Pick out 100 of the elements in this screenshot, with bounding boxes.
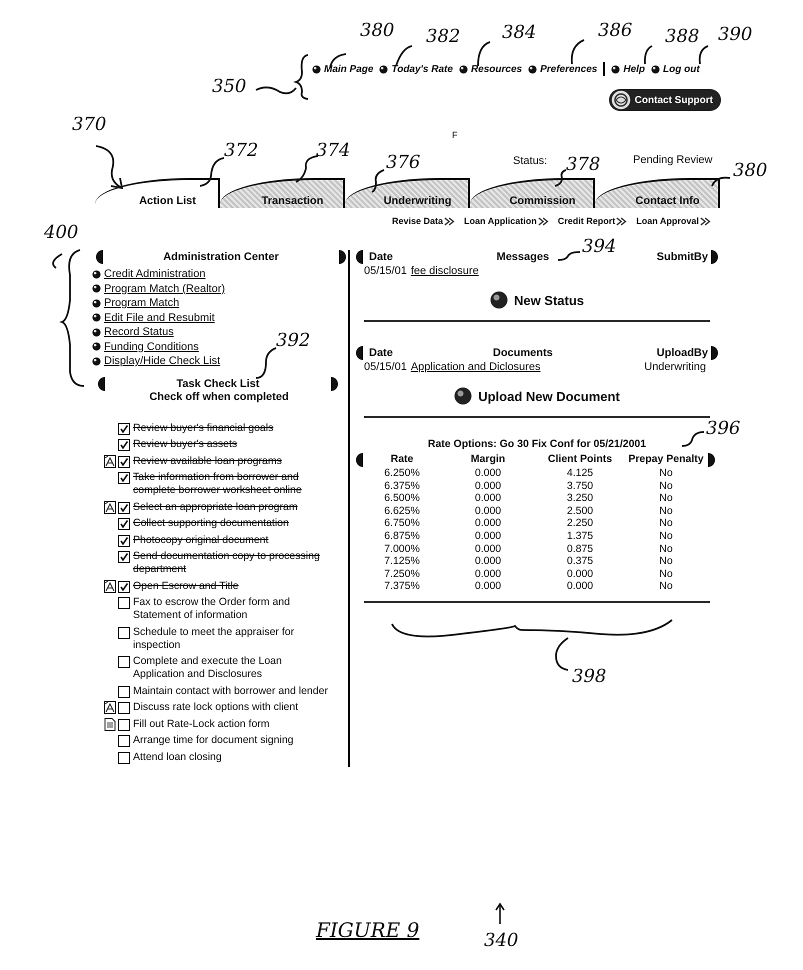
- leader-line: [200, 157, 224, 187]
- step-link[interactable]: Loan Approval: [636, 216, 712, 226]
- bullet-icon: [312, 64, 321, 74]
- panel-title: Task Check List: [176, 378, 260, 390]
- bullet-icon: [611, 64, 620, 74]
- table-cell-text: No: [658, 568, 674, 580]
- new-status-button[interactable]: New Status: [490, 291, 584, 309]
- leader-line: [698, 45, 708, 64]
- figure-caption: FIGURE 9: [316, 918, 420, 942]
- reference-numeral: 382: [426, 26, 460, 47]
- document-icon[interactable]: [104, 500, 116, 514]
- leader-line: [558, 251, 580, 261]
- bullet-icon: [651, 64, 660, 74]
- checkbox[interactable]: [118, 686, 130, 698]
- admin-link[interactable]: Edit File and Resubmit: [104, 312, 215, 324]
- document-icon[interactable]: [104, 580, 116, 592]
- nav-link[interactable]: Today's Rate: [379, 64, 453, 74]
- checkbox[interactable]: [118, 597, 130, 609]
- nav-link[interactable]: Log out: [651, 64, 700, 74]
- admin-link[interactable]: Program Match (Realtor): [104, 282, 226, 295]
- checkbox[interactable]: [118, 735, 130, 747]
- checkbox[interactable]: [118, 518, 130, 530]
- left-cap-icon: [356, 250, 363, 264]
- nav-link[interactable]: Resources: [458, 64, 522, 74]
- step-link[interactable]: Loan Application: [464, 216, 550, 226]
- step-link[interactable]: Credit Report: [558, 216, 628, 226]
- reference-numeral: 380: [360, 20, 394, 41]
- right-cap-icon: [330, 376, 338, 390]
- left-cap-icon: [356, 346, 363, 360]
- reference-numeral: 378: [566, 154, 600, 175]
- tab[interactable]: Action List: [95, 178, 220, 208]
- status-label: Status:: [513, 155, 548, 167]
- nav-link[interactable]: Help: [611, 64, 646, 74]
- task-text: Fax to escrow the Order form and Statement of information: [133, 596, 291, 622]
- reference-numeral: 340: [484, 930, 518, 951]
- bullet-icon: [92, 298, 101, 308]
- column-header: Rate: [390, 453, 414, 467]
- chevron-icon: [538, 216, 550, 226]
- tab[interactable]: Contact Info: [595, 178, 720, 208]
- message-link[interactable]: fee disclosure: [410, 264, 479, 276]
- reference-numeral: 370: [72, 114, 106, 135]
- admin-link[interactable]: Record Status: [104, 326, 174, 338]
- task-text: Maintain contact with borrower and lender: [133, 684, 329, 698]
- checkbox[interactable]: [118, 502, 130, 514]
- contact-support-button[interactable]: Contact Support: [608, 89, 721, 111]
- checkbox[interactable]: [118, 718, 130, 730]
- date-cell: 05/15/01: [364, 264, 407, 276]
- document-icon[interactable]: [104, 701, 116, 714]
- tab[interactable]: Underwriting: [345, 178, 470, 208]
- table-cell-text: 4.125: [566, 467, 594, 480]
- bullet-icon: [379, 64, 388, 74]
- tab[interactable]: Transaction: [220, 178, 345, 208]
- table-cell-text: 0.000: [474, 555, 502, 568]
- table-cell-text: 6.500%: [383, 492, 421, 505]
- admin-link[interactable]: Credit Administration: [104, 268, 206, 280]
- bullet-icon: [528, 64, 538, 74]
- table-cell-text: 0.375: [566, 555, 594, 568]
- admin-link[interactable]: Display/Hide Check List: [104, 355, 220, 368]
- nav-link[interactable]: Main Page: [312, 64, 374, 74]
- checkbox[interactable]: [118, 702, 130, 714]
- upload-document-button[interactable]: Upload New Document: [454, 387, 620, 405]
- task-text: Photocopy original document: [133, 534, 270, 546]
- admin-link[interactable]: Funding Conditions: [104, 340, 199, 353]
- checkbox[interactable]: [118, 752, 130, 764]
- table-cell-text: 0.000: [474, 580, 502, 593]
- checkbox[interactable]: [118, 551, 130, 563]
- column-header: Messages: [496, 251, 550, 263]
- table-cell-text: No: [658, 517, 674, 530]
- checkbox[interactable]: [118, 456, 130, 468]
- up-arrow: [495, 902, 505, 924]
- document-icon[interactable]: [104, 454, 116, 468]
- globe-icon: [454, 387, 472, 405]
- left-cap-icon: [96, 250, 103, 264]
- table-cell-text: 7.125%: [383, 555, 421, 568]
- chevron-icon: [444, 216, 456, 226]
- checkbox[interactable]: [118, 439, 130, 451]
- reference-numeral: 376: [386, 152, 420, 173]
- checkbox[interactable]: [118, 626, 130, 638]
- checkbox[interactable]: [118, 580, 130, 592]
- chevron-icon: [616, 216, 628, 226]
- table-cell-text: 0.000: [474, 517, 502, 530]
- status-value: Pending Review: [633, 154, 712, 166]
- checkbox[interactable]: [118, 472, 130, 484]
- leader-line: [554, 169, 566, 187]
- table-cell-text: 6.875%: [383, 530, 421, 543]
- checkbox[interactable]: [118, 422, 130, 434]
- table-cell-text: 1.375: [566, 530, 594, 543]
- checkbox[interactable]: [118, 656, 130, 668]
- form-icon[interactable]: [104, 718, 116, 730]
- table-cell-text: 0.875: [566, 542, 594, 556]
- task-text: Schedule to meet the appraiser for inspection: [133, 626, 296, 652]
- checkbox[interactable]: [118, 534, 130, 546]
- document-link[interactable]: Application and Diclosures: [410, 360, 540, 372]
- nav-link[interactable]: Preferences: [528, 64, 598, 74]
- panel-title: Administration Center: [163, 251, 279, 263]
- reference-numeral: 374: [316, 140, 350, 161]
- admin-link[interactable]: Program Match: [104, 297, 180, 310]
- tab[interactable]: Commission: [470, 178, 595, 208]
- step-link[interactable]: Revise Data: [392, 216, 456, 226]
- leader-line: [372, 169, 384, 193]
